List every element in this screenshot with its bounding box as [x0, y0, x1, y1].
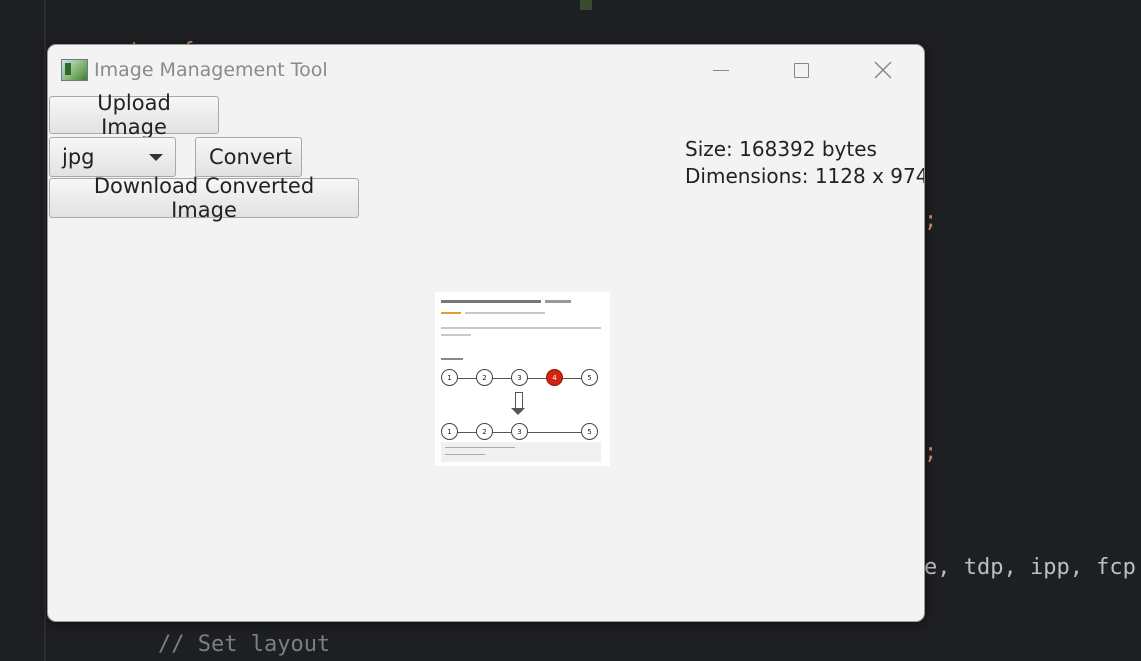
close-icon[interactable]: [860, 55, 906, 85]
minimize-icon[interactable]: [698, 55, 744, 85]
image-preview: 1 2 3 4 5 1 2 3 5: [435, 292, 610, 466]
upload-image-button[interactable]: Upload Image: [49, 91, 219, 139]
down-arrow-icon: [511, 392, 525, 415]
code-args-fragment: e, tdp, ipp, fcp: [924, 555, 1136, 580]
download-converted-image-button[interactable]: Download Converted Image: [49, 174, 359, 222]
image-dimensions-label: Dimensions: 1128 x 974: [685, 164, 925, 188]
image-size-label: Size: 168392 bytes: [685, 137, 877, 161]
format-select[interactable]: jpg: [49, 137, 176, 177]
format-select-value: jpg: [62, 145, 95, 169]
chevron-down-icon: [149, 154, 163, 161]
editor-gutter-line: [44, 0, 46, 661]
convert-button[interactable]: Convert: [195, 137, 302, 177]
code-semicolon-1: ;: [924, 208, 938, 233]
preview-node: 5: [581, 423, 598, 440]
preview-node: 3: [511, 423, 528, 440]
app-icon: [61, 59, 88, 81]
preview-node: 1: [441, 423, 458, 440]
app-window: Image Management Tool Upload Image jpg C…: [47, 44, 925, 622]
code-comment: // Set layout: [158, 632, 331, 657]
preview-node: 2: [476, 423, 493, 440]
preview-node: 3: [511, 369, 528, 386]
title-bar[interactable]: Image Management Tool: [48, 45, 924, 93]
preview-node-highlighted: 4: [546, 369, 563, 386]
maximize-icon[interactable]: [778, 55, 824, 85]
preview-node: 1: [441, 369, 458, 386]
preview-node: 5: [581, 369, 598, 386]
code-highlight-mark: [580, 0, 592, 10]
preview-codebox: [441, 442, 601, 462]
code-semicolon-2: ;: [924, 440, 938, 465]
window-title: Image Management Tool: [94, 59, 328, 81]
preview-node: 2: [476, 369, 493, 386]
